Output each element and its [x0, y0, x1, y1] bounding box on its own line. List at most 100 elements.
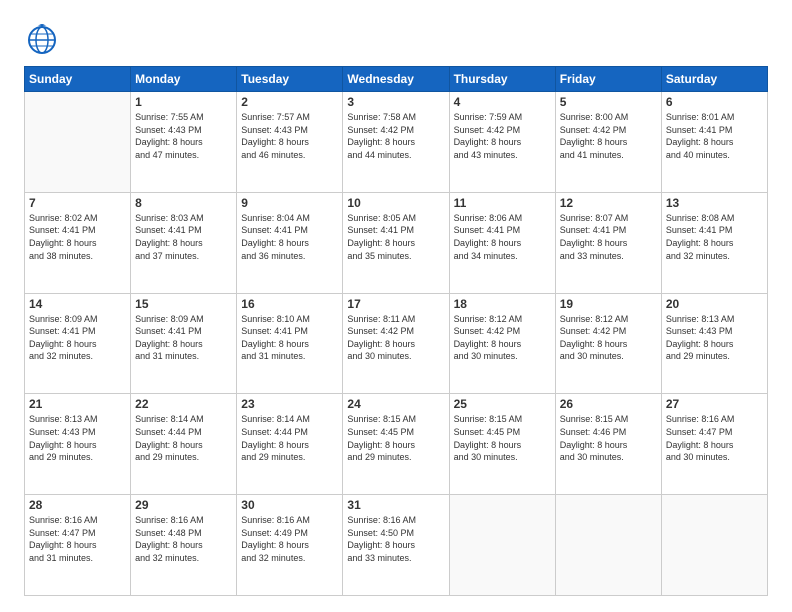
day-number: 4 — [454, 95, 551, 109]
day-info: Sunrise: 8:16 AM Sunset: 4:50 PM Dayligh… — [347, 515, 416, 563]
day-info: Sunrise: 8:15 AM Sunset: 4:45 PM Dayligh… — [454, 414, 523, 462]
calendar-cell: 18 Sunrise: 8:12 AM Sunset: 4:42 PM Dayli… — [449, 293, 555, 394]
calendar-cell: 27 Sunrise: 8:16 AM Sunset: 4:47 PM Dayli… — [661, 394, 767, 495]
calendar-cell: 16 Sunrise: 8:10 AM Sunset: 4:41 PM Dayli… — [237, 293, 343, 394]
day-info: Sunrise: 8:00 AM Sunset: 4:42 PM Dayligh… — [560, 112, 629, 160]
calendar-cell: 23Sunrise: 8:14 AM Sunset: 4:44 PM Dayli… — [237, 394, 343, 495]
calendar-cell: 20Sunrise: 8:13 AM Sunset: 4:43 PM Dayli… — [661, 293, 767, 394]
calendar-cell — [661, 495, 767, 596]
day-header-sunday: Sunday — [25, 67, 131, 92]
day-number: 2 — [241, 95, 338, 109]
calendar-cell: 10Sunrise: 8:05 AM Sunset: 4:41 PM Dayli… — [343, 192, 449, 293]
day-number: 1 — [135, 95, 232, 109]
calendar-cell: 24 Sunrise: 8:15 AM Sunset: 4:45 PM Dayli… — [343, 394, 449, 495]
day-header-saturday: Saturday — [661, 67, 767, 92]
day-number: 10 — [347, 196, 444, 210]
calendar-cell: 3 Sunrise: 7:58 AM Sunset: 4:42 PM Daylig… — [343, 92, 449, 193]
day-number: 21 — [29, 397, 126, 411]
calendar-cell: 14 Sunrise: 8:09 AM Sunset: 4:41 PM Dayli… — [25, 293, 131, 394]
day-header-monday: Monday — [131, 67, 237, 92]
day-number: 14 — [29, 297, 126, 311]
day-header-friday: Friday — [555, 67, 661, 92]
day-info: Sunrise: 8:02 AM Sunset: 4:41 PM Dayligh… — [29, 213, 98, 261]
calendar-week-4: 21Sunrise: 8:13 AM Sunset: 4:43 PM Dayli… — [25, 394, 768, 495]
page: SundayMondayTuesdayWednesdayThursdayFrid… — [0, 0, 792, 612]
day-info: Sunrise: 7:55 AM Sunset: 4:43 PM Dayligh… — [135, 112, 204, 160]
day-number: 27 — [666, 397, 763, 411]
calendar-week-5: 28 Sunrise: 8:16 AM Sunset: 4:47 PM Dayli… — [25, 495, 768, 596]
calendar-table: SundayMondayTuesdayWednesdayThursdayFrid… — [24, 66, 768, 596]
day-info: Sunrise: 8:16 AM Sunset: 4:49 PM Dayligh… — [241, 515, 310, 563]
day-number: 30 — [241, 498, 338, 512]
day-info: Sunrise: 8:16 AM Sunset: 4:47 PM Dayligh… — [666, 414, 735, 462]
calendar-cell: 17 Sunrise: 8:11 AM Sunset: 4:42 PM Dayli… — [343, 293, 449, 394]
day-header-wednesday: Wednesday — [343, 67, 449, 92]
calendar-cell: 11 Sunrise: 8:06 AM Sunset: 4:41 PM Dayli… — [449, 192, 555, 293]
day-info: Sunrise: 8:06 AM Sunset: 4:41 PM Dayligh… — [454, 213, 523, 261]
day-number: 24 — [347, 397, 444, 411]
calendar-cell: 12Sunrise: 8:07 AM Sunset: 4:41 PM Dayli… — [555, 192, 661, 293]
day-number: 18 — [454, 297, 551, 311]
day-number: 12 — [560, 196, 657, 210]
day-number: 11 — [454, 196, 551, 210]
day-info: Sunrise: 8:15 AM Sunset: 4:46 PM Dayligh… — [560, 414, 629, 462]
day-info: Sunrise: 7:59 AM Sunset: 4:42 PM Dayligh… — [454, 112, 523, 160]
calendar-cell: 6Sunrise: 8:01 AM Sunset: 4:41 PM Daylig… — [661, 92, 767, 193]
calendar-week-2: 7 Sunrise: 8:02 AM Sunset: 4:41 PM Daylig… — [25, 192, 768, 293]
day-info: Sunrise: 8:16 AM Sunset: 4:48 PM Dayligh… — [135, 515, 204, 563]
day-info: Sunrise: 8:12 AM Sunset: 4:42 PM Dayligh… — [454, 314, 523, 362]
day-info: Sunrise: 7:58 AM Sunset: 4:42 PM Dayligh… — [347, 112, 416, 160]
calendar-cell: 7 Sunrise: 8:02 AM Sunset: 4:41 PM Daylig… — [25, 192, 131, 293]
day-number: 19 — [560, 297, 657, 311]
day-number: 25 — [454, 397, 551, 411]
calendar-cell — [25, 92, 131, 193]
day-number: 29 — [135, 498, 232, 512]
day-info: Sunrise: 8:12 AM Sunset: 4:42 PM Dayligh… — [560, 314, 629, 362]
calendar-cell: 26 Sunrise: 8:15 AM Sunset: 4:46 PM Dayli… — [555, 394, 661, 495]
calendar-cell: 31Sunrise: 8:16 AM Sunset: 4:50 PM Dayli… — [343, 495, 449, 596]
calendar-cell: 13Sunrise: 8:08 AM Sunset: 4:41 PM Dayli… — [661, 192, 767, 293]
day-number: 9 — [241, 196, 338, 210]
day-header-tuesday: Tuesday — [237, 67, 343, 92]
calendar-cell: 22 Sunrise: 8:14 AM Sunset: 4:44 PM Dayli… — [131, 394, 237, 495]
calendar-cell: 15Sunrise: 8:09 AM Sunset: 4:41 PM Dayli… — [131, 293, 237, 394]
day-info: Sunrise: 8:16 AM Sunset: 4:47 PM Dayligh… — [29, 515, 98, 563]
day-number: 17 — [347, 297, 444, 311]
logo-icon — [24, 20, 60, 56]
day-info: Sunrise: 8:09 AM Sunset: 4:41 PM Dayligh… — [135, 314, 204, 362]
day-number: 26 — [560, 397, 657, 411]
calendar-cell — [555, 495, 661, 596]
day-info: Sunrise: 8:09 AM Sunset: 4:41 PM Dayligh… — [29, 314, 98, 362]
calendar-cell: 4 Sunrise: 7:59 AM Sunset: 4:42 PM Daylig… — [449, 92, 555, 193]
day-info: Sunrise: 8:03 AM Sunset: 4:41 PM Dayligh… — [135, 213, 204, 261]
calendar-week-3: 14 Sunrise: 8:09 AM Sunset: 4:41 PM Dayli… — [25, 293, 768, 394]
calendar-cell: 9 Sunrise: 8:04 AM Sunset: 4:41 PM Daylig… — [237, 192, 343, 293]
day-number: 7 — [29, 196, 126, 210]
calendar-cell: 5 Sunrise: 8:00 AM Sunset: 4:42 PM Daylig… — [555, 92, 661, 193]
day-info: Sunrise: 8:04 AM Sunset: 4:41 PM Dayligh… — [241, 213, 310, 261]
day-number: 5 — [560, 95, 657, 109]
logo — [24, 20, 64, 56]
day-number: 23 — [241, 397, 338, 411]
day-number: 8 — [135, 196, 232, 210]
day-info: Sunrise: 8:15 AM Sunset: 4:45 PM Dayligh… — [347, 414, 416, 462]
day-number: 22 — [135, 397, 232, 411]
day-number: 20 — [666, 297, 763, 311]
day-number: 6 — [666, 95, 763, 109]
calendar-cell: 2 Sunrise: 7:57 AM Sunset: 4:43 PM Daylig… — [237, 92, 343, 193]
day-number: 13 — [666, 196, 763, 210]
day-info: Sunrise: 8:10 AM Sunset: 4:41 PM Dayligh… — [241, 314, 310, 362]
calendar-cell — [449, 495, 555, 596]
day-number: 28 — [29, 498, 126, 512]
day-number: 16 — [241, 297, 338, 311]
calendar-cell: 29 Sunrise: 8:16 AM Sunset: 4:48 PM Dayli… — [131, 495, 237, 596]
calendar-cell: 25 Sunrise: 8:15 AM Sunset: 4:45 PM Dayli… — [449, 394, 555, 495]
day-header-thursday: Thursday — [449, 67, 555, 92]
calendar-cell: 8 Sunrise: 8:03 AM Sunset: 4:41 PM Daylig… — [131, 192, 237, 293]
calendar-cell: 19 Sunrise: 8:12 AM Sunset: 4:42 PM Dayli… — [555, 293, 661, 394]
day-info: Sunrise: 8:11 AM Sunset: 4:42 PM Dayligh… — [347, 314, 415, 362]
day-number: 3 — [347, 95, 444, 109]
day-info: Sunrise: 7:57 AM Sunset: 4:43 PM Dayligh… — [241, 112, 310, 160]
day-info: Sunrise: 8:14 AM Sunset: 4:44 PM Dayligh… — [135, 414, 204, 462]
calendar-week-1: 1 Sunrise: 7:55 AM Sunset: 4:43 PM Daylig… — [25, 92, 768, 193]
